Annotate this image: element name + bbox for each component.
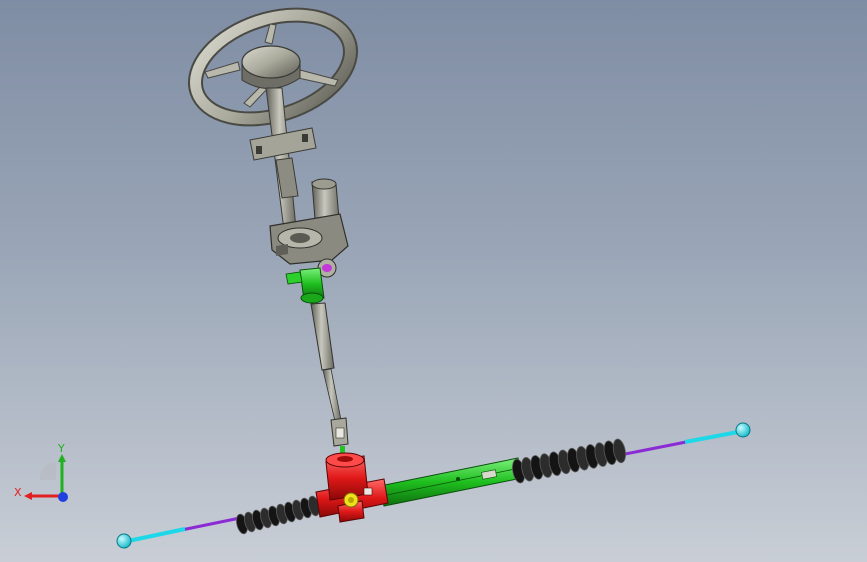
lower-universal-joint — [330, 417, 349, 456]
rack-housing[interactable] — [379, 457, 523, 507]
steering-wheel-hub — [241, 45, 301, 89]
intermediate-shaft[interactable] — [310, 302, 349, 456]
x-axis-label: X — [14, 486, 22, 499]
tie-rod-end-right[interactable] — [735, 422, 751, 438]
bellows-boot-left[interactable] — [235, 495, 322, 535]
coordinate-triad: Y X — [14, 442, 68, 502]
tie-rod-right[interactable] — [619, 422, 751, 457]
steering-assembly-model[interactable] — [0, 0, 867, 562]
tie-rod-end-left[interactable] — [116, 533, 132, 549]
pinion-housing[interactable] — [315, 452, 389, 523]
tie-rod-left[interactable] — [116, 516, 241, 549]
bellows-boot-right[interactable] — [511, 438, 628, 484]
intermediate-shaft-coupling[interactable] — [285, 267, 325, 304]
cad-graphics-viewport[interactable]: Y X — [0, 0, 867, 562]
y-axis-label: Y — [57, 442, 65, 455]
